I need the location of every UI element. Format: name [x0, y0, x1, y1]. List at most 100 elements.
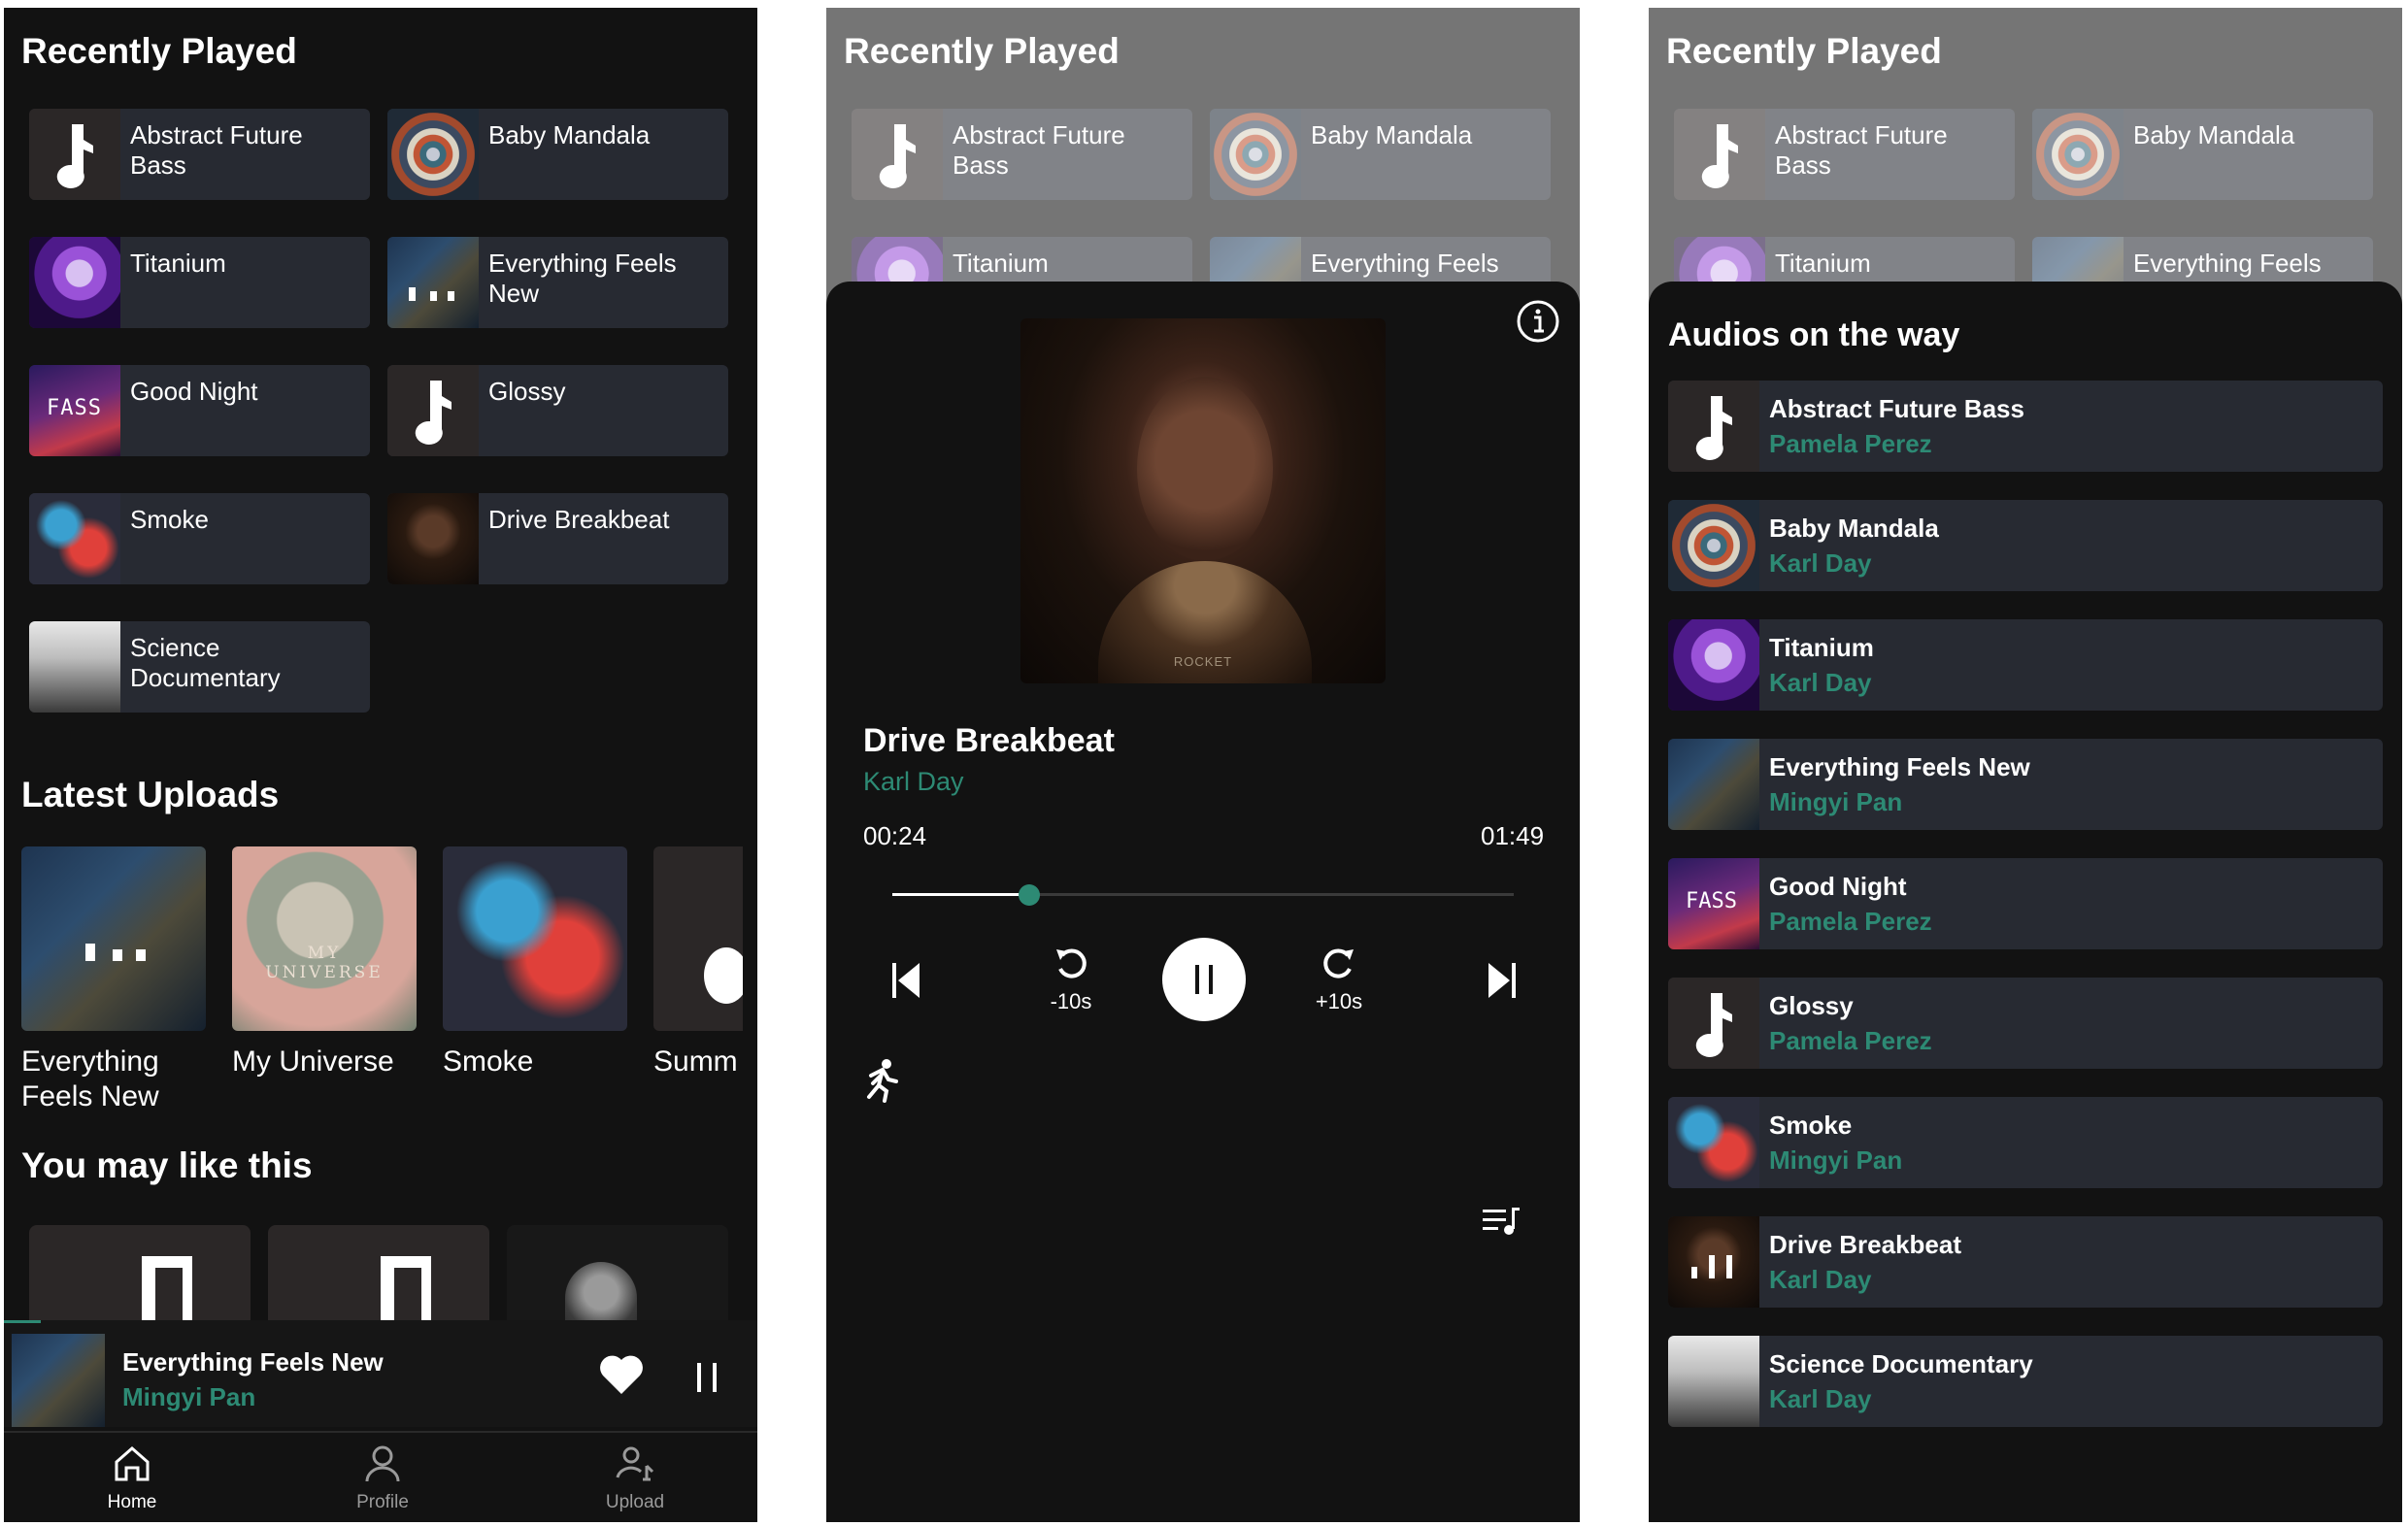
album-art: [653, 846, 743, 1031]
suggestion-card[interactable]: [507, 1225, 728, 1332]
mini-player-artist: Mingyi Pan: [122, 1382, 256, 1411]
album-cover-text: ROCKET: [1173, 654, 1233, 669]
recent-card-label: Smoke: [130, 505, 209, 534]
album-art: [1668, 500, 1759, 591]
queue-row[interactable]: Smoke Mingyi Pan: [1668, 1097, 2383, 1188]
upload-label: Summ: [653, 1045, 738, 1078]
recent-card-everything-feels-new[interactable]: Everything Feels New: [387, 237, 728, 328]
queue-row[interactable]: Glossy Pamela Perez: [1668, 978, 2383, 1069]
queue-row-artist: Karl Day: [1769, 1384, 1872, 1413]
pause-icon[interactable]: [695, 1363, 719, 1397]
fass-logo: FASS: [1686, 889, 1737, 913]
album-art: FASS: [1668, 858, 1759, 949]
running-icon[interactable]: [861, 1058, 900, 1108]
queue-row-title: Glossy: [1769, 991, 1854, 1020]
upload-icon: [616, 1446, 654, 1481]
queue-row-title: Smoke: [1769, 1111, 1853, 1140]
queue-row-title: Titanium: [1769, 633, 1874, 662]
recent-card-drive-breakbeat[interactable]: Drive Breakbeat: [387, 493, 728, 584]
recent-card-smoke[interactable]: Smoke: [29, 493, 370, 584]
rewind-10-button[interactable]: -10s: [1030, 945, 1112, 1014]
queue-row[interactable]: Science Documentary Karl Day: [1668, 1336, 2383, 1427]
upload-smoke[interactable]: Smoke: [443, 846, 627, 1079]
music-note-icon: [1668, 978, 1759, 1069]
recent-card-glossy[interactable]: Glossy: [387, 365, 728, 456]
music-note-icon: [387, 365, 479, 456]
album-art: [21, 846, 206, 1031]
album-art: [1668, 619, 1759, 711]
album-art: [387, 109, 479, 200]
album-art: [1668, 1097, 1759, 1188]
nav-profile-label: Profile: [356, 1492, 409, 1512]
nav-home-label: Home: [107, 1492, 157, 1512]
rewind-label: -10s: [1050, 989, 1092, 1013]
recent-card-abstract-future-bass[interactable]: Abstract Future Bass: [29, 109, 370, 200]
upload-my-universe[interactable]: MY UNIVERSE My Universe: [232, 846, 417, 1079]
queue-row[interactable]: Abstract Future Bass Pamela Perez: [1668, 381, 2383, 472]
now-playing-screen: Recently Played Abstract Future Bass Bab…: [826, 8, 1580, 1522]
recent-card-baby-mandala[interactable]: Baby Mandala: [387, 109, 728, 200]
nav-home[interactable]: Home: [74, 1443, 190, 1513]
mini-player[interactable]: Everything Feels New Mingyi Pan: [4, 1320, 757, 1427]
pause-button[interactable]: [1162, 938, 1246, 1021]
seek-thumb[interactable]: [1018, 884, 1040, 906]
mini-player-title: Everything Feels New: [122, 1347, 384, 1377]
upload-summ[interactable]: Summ: [653, 846, 743, 1079]
queue-row-now-playing[interactable]: Drive Breakbeat Karl Day: [1668, 1216, 2383, 1308]
recently-played-title: Recently Played: [21, 31, 297, 71]
recent-card-label: Good Night: [130, 377, 258, 406]
elapsed-time: 00:24: [863, 821, 927, 850]
mini-player-progress: [4, 1320, 41, 1323]
queue-sheet: Audios on the way Abstract Future Bass P…: [1649, 282, 2402, 1522]
suggestion-card[interactable]: [268, 1225, 489, 1332]
queue-row[interactable]: FASS Good Night Pamela Perez: [1668, 858, 2383, 949]
bottom-nav: Home Profile Upload: [4, 1431, 757, 1522]
recent-card-label: Drive Breakbeat: [488, 505, 670, 534]
forward-10-button[interactable]: +10s: [1298, 945, 1380, 1014]
skip-previous-icon[interactable]: [892, 961, 921, 1005]
skip-next-icon[interactable]: [1487, 961, 1516, 1005]
music-note-icon: [29, 109, 120, 200]
home-icon: [115, 1446, 150, 1481]
recent-card-good-night[interactable]: FASS Good Night: [29, 365, 370, 456]
album-art: [12, 1334, 105, 1427]
suggestion-card[interactable]: [29, 1225, 251, 1332]
queue-row-title: Baby Mandala: [1769, 514, 1939, 543]
music-note-icon: [704, 947, 743, 1004]
recent-card-label: Science Documentary: [130, 633, 281, 692]
queue-row-artist: Karl Day: [1769, 668, 1872, 697]
seek-fill: [892, 893, 1029, 896]
album-art: MY UNIVERSE: [232, 846, 417, 1031]
recent-card-label: Titanium: [130, 249, 226, 278]
queue-row[interactable]: Titanium Karl Day: [1668, 619, 2383, 711]
nav-upload[interactable]: Upload: [577, 1443, 693, 1513]
queue-row-artist: Mingyi Pan: [1769, 1145, 1903, 1175]
recent-card-label: Glossy: [488, 377, 566, 406]
fass-logo: FASS: [47, 396, 102, 420]
queue-row-artist: Mingyi Pan: [1769, 787, 1903, 816]
recent-card-science-documentary[interactable]: Science Documentary: [29, 621, 370, 713]
upload-label: Everything Feels New: [21, 1045, 159, 1112]
queue-row-title: Science Documentary: [1769, 1349, 2033, 1378]
nav-upload-label: Upload: [605, 1492, 665, 1512]
seek-bar[interactable]: [892, 883, 1514, 907]
queue-row-artist: Karl Day: [1769, 1265, 1872, 1294]
upload-label: Smoke: [443, 1045, 534, 1078]
queue-row-title: Abstract Future Bass: [1769, 394, 2024, 423]
queue-row-artist: Pamela Perez: [1769, 907, 1932, 936]
queue-music-icon[interactable]: [1483, 1206, 1522, 1242]
upload-label: My Universe: [232, 1045, 394, 1078]
album-art: [387, 237, 479, 328]
recent-card-titanium[interactable]: Titanium: [29, 237, 370, 328]
equalizer-icon: [1691, 1255, 1732, 1278]
nav-profile[interactable]: Profile: [324, 1443, 441, 1513]
album-art: [387, 493, 479, 584]
info-icon[interactable]: [1516, 299, 1560, 348]
heart-icon[interactable]: [598, 1353, 645, 1401]
upload-everything-feels-new[interactable]: Everything Feels New: [21, 846, 206, 1114]
queue-row[interactable]: Baby Mandala Karl Day: [1668, 500, 2383, 591]
rewind-icon: [1056, 948, 1087, 979]
player-sheet: ROCKET Drive Breakbeat Karl Day 00:24 01…: [826, 282, 1580, 1522]
track-title: Drive Breakbeat: [863, 722, 1115, 759]
queue-row[interactable]: Everything Feels New Mingyi Pan: [1668, 739, 2383, 830]
